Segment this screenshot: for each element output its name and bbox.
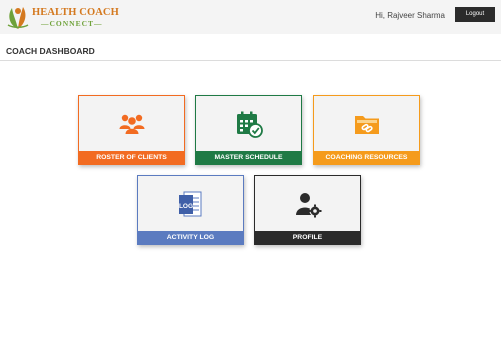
- activity-log-tile[interactable]: LOG ACTIVITY LOG: [137, 175, 244, 245]
- leaf-logo-icon: [7, 7, 29, 29]
- tile-label: ACTIVITY LOG: [138, 231, 243, 244]
- folder-link-icon: [354, 116, 379, 134]
- tile-label: MASTER SCHEDULE: [196, 151, 301, 164]
- calendar-check-icon: [236, 111, 263, 138]
- tile-label: ROSTER OF CLIENTS: [79, 151, 184, 164]
- tile-label: COACHING RESOURCES: [314, 151, 419, 164]
- master-schedule-tile[interactable]: MASTER SCHEDULE: [195, 95, 302, 165]
- health-coach-connect-logo[interactable]: HEALTH COACH —CONNECT—: [5, 3, 119, 31]
- log-icon-text: LOG: [178, 203, 192, 210]
- title-divider: [0, 60, 501, 61]
- page-title: COACH DASHBOARD: [6, 46, 95, 56]
- group-icon: [119, 114, 144, 134]
- logo-subtext: —CONNECT—: [41, 19, 103, 28]
- coaching-resources-tile[interactable]: COACHING RESOURCES: [313, 95, 420, 165]
- logout-button[interactable]: Logout: [455, 7, 495, 22]
- log-book-icon: LOG: [178, 191, 201, 217]
- logo-text: HEALTH COACH: [32, 7, 119, 18]
- top-bar: HEALTH COACH —CONNECT— Hi, Rajveer Sharm…: [0, 0, 501, 34]
- user-greeting: Hi, Rajveer Sharma: [375, 11, 445, 20]
- profile-tile[interactable]: PROFILE: [254, 175, 361, 245]
- tile-label: PROFILE: [255, 231, 360, 244]
- roster-of-clients-tile[interactable]: ROSTER OF CLIENTS: [78, 95, 185, 165]
- user-gear-icon: [295, 193, 321, 218]
